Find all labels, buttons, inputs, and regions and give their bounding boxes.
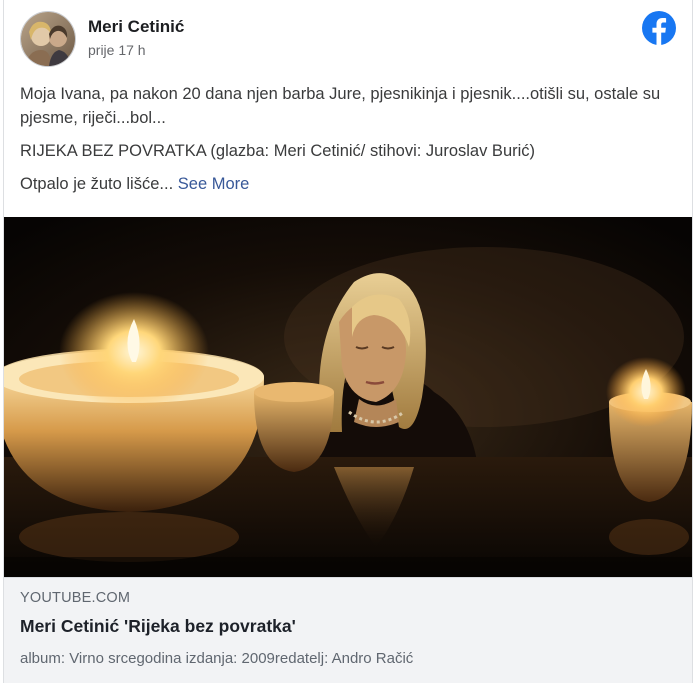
post-text-excerpt-line: Otpalo je žuto lišće... — [20, 175, 174, 193]
post-text-excerpt: Otpalo je žuto lišće... See More — [20, 172, 680, 196]
link-preview[interactable]: YOUTUBE.COM Meri Cetinić 'Rijeka bez pov… — [4, 577, 692, 683]
facebook-post-card: Meri Cetinić prije 17 h Moja Ivana, pa n… — [3, 0, 693, 683]
facebook-logo-icon[interactable] — [642, 11, 676, 45]
post-header: Meri Cetinić prije 17 h — [4, 0, 692, 72]
post-timestamp[interactable]: prije 17 h — [88, 42, 146, 58]
video-thumbnail[interactable] — [4, 217, 692, 577]
author-name[interactable]: Meri Cetinić — [88, 17, 184, 37]
author-avatar[interactable] — [20, 11, 76, 67]
post-text-song-title: RIJEKA BEZ POVRATKA (glazba: Meri Cetini… — [20, 142, 536, 160]
link-preview-description: album: Virno srcegodina izdanja: 2009red… — [20, 650, 414, 667]
post-text: Moja Ivana, pa nakon 20 dana njen barba … — [20, 82, 680, 205]
link-preview-domain: YOUTUBE.COM — [20, 590, 131, 606]
link-preview-title[interactable]: Meri Cetinić 'Rijeka bez povratka' — [20, 616, 296, 637]
see-more-link[interactable]: See More — [178, 175, 250, 193]
post-text-paragraph: Moja Ivana, pa nakon 20 dana njen barba … — [20, 85, 661, 127]
